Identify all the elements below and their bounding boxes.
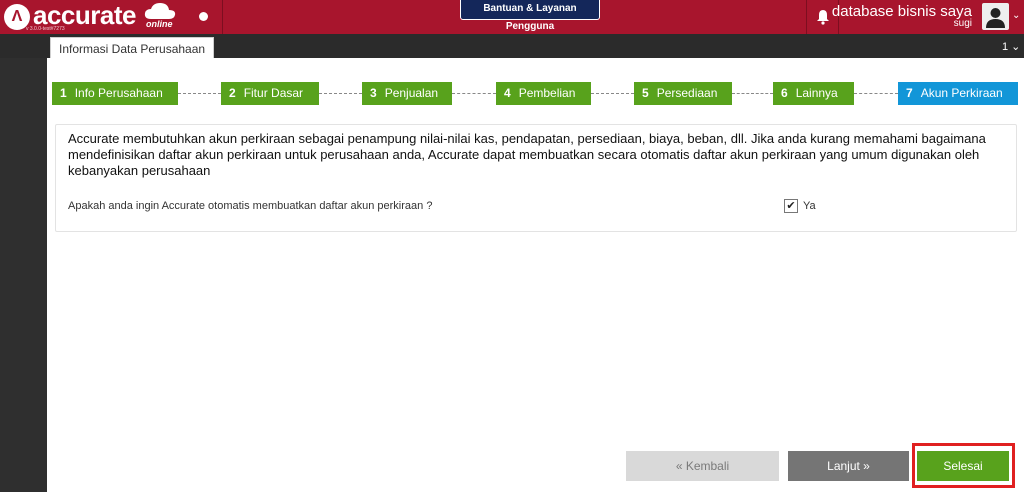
back-button[interactable]: « Kembali bbox=[626, 451, 779, 481]
step-akun-perkiraan[interactable]: 7 Akun Perkiraan bbox=[898, 82, 1018, 105]
step-number: 2 bbox=[229, 86, 236, 100]
step-fitur-dasar[interactable]: 2 Fitur Dasar bbox=[221, 82, 319, 105]
step-connector bbox=[452, 93, 496, 94]
step-number: 4 bbox=[504, 86, 511, 100]
status-dot-icon[interactable] bbox=[199, 12, 208, 21]
step-label: Penjualan bbox=[384, 86, 439, 100]
app-version: v 3.0.0-test#7273 bbox=[26, 26, 65, 32]
step-info-perusahaan[interactable]: 1 Info Perusahaan bbox=[52, 82, 178, 105]
step-label: Pembelian bbox=[518, 86, 576, 100]
step-penjualan[interactable]: 3 Penjualan bbox=[362, 82, 452, 105]
user-name: sugi bbox=[953, 18, 972, 29]
topbar-divider bbox=[222, 0, 223, 34]
logo-wordmark: accurate bbox=[33, 0, 136, 30]
left-sidebar bbox=[0, 58, 47, 492]
step-connector bbox=[854, 93, 898, 94]
finish-button-highlight bbox=[912, 443, 1015, 488]
step-label: Info Perusahaan bbox=[74, 86, 163, 100]
tab-company-info[interactable]: Informasi Data Perusahaan bbox=[50, 37, 214, 58]
accurate-logo[interactable]: Λ accurate bbox=[4, 2, 136, 32]
step-label: Persediaan bbox=[656, 86, 718, 100]
step-lainnya[interactable]: 6 Lainnya bbox=[773, 82, 854, 105]
panel-description: Accurate membutuhkan akun perkiraan seba… bbox=[68, 131, 986, 178]
step-number: 6 bbox=[781, 86, 788, 100]
logo-online-label: online bbox=[146, 19, 173, 29]
bell-icon[interactable] bbox=[814, 8, 832, 26]
database-name[interactable]: database bisnis saya bbox=[832, 4, 972, 19]
step-number: 7 bbox=[906, 86, 913, 100]
step-number: 3 bbox=[370, 86, 377, 100]
step-persediaan[interactable]: 5 Persediaan bbox=[634, 82, 732, 105]
step-label: Fitur Dasar bbox=[243, 86, 304, 100]
cloud-icon bbox=[144, 3, 176, 19]
step-label: Lainnya bbox=[795, 86, 838, 100]
step-label: Akun Perkiraan bbox=[920, 86, 1003, 100]
checkbox-label-ya[interactable]: Ya bbox=[803, 200, 816, 212]
help-service-button[interactable]: Bantuan & Layanan Pengguna bbox=[460, 0, 600, 32]
step-number: 5 bbox=[642, 86, 649, 100]
step-pembelian[interactable]: 4 Pembelian bbox=[496, 82, 591, 105]
step-number: 1 bbox=[60, 86, 67, 100]
auto-create-checkbox[interactable]: ✔ bbox=[784, 199, 798, 213]
step-connector bbox=[319, 93, 362, 94]
open-tabs-counter[interactable]: 1 ⌄ bbox=[1002, 40, 1020, 53]
user-avatar-icon[interactable] bbox=[982, 3, 1009, 30]
step-connector bbox=[591, 93, 634, 94]
next-button[interactable]: Lanjut » bbox=[788, 451, 909, 481]
step-connector bbox=[178, 93, 221, 94]
step-connector bbox=[732, 93, 773, 94]
chevron-down-icon[interactable]: ⌄ bbox=[1012, 10, 1020, 21]
topbar-divider bbox=[806, 0, 807, 34]
auto-create-question: Apakah anda ingin Accurate otomatis memb… bbox=[68, 200, 433, 212]
